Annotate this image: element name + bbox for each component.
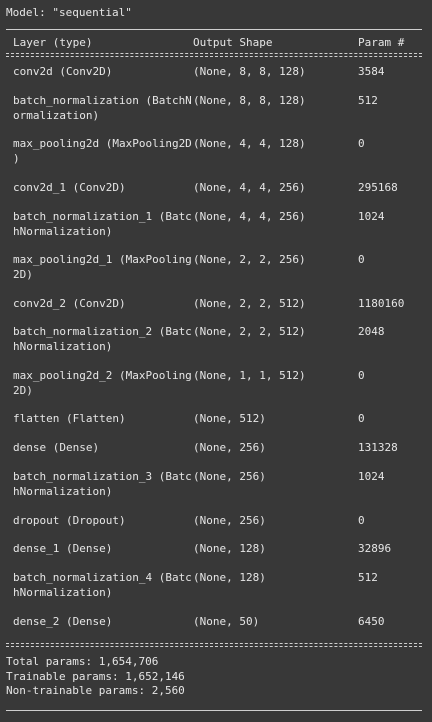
layer-param-count: 1024: [358, 470, 385, 483]
layer-output-shape: (None, 4, 4, 128): [193, 137, 306, 150]
layer-name: batch_normalization (BatchN ormalization…: [13, 94, 192, 122]
layer-param-count: 32896: [358, 542, 392, 555]
layer-name: max_pooling2d (MaxPooling2D ): [13, 137, 192, 165]
layer-output-shape: (None, 2, 2, 256): [193, 253, 306, 266]
layer-output-shape: (None, 128): [193, 571, 266, 584]
layer-name: conv2d_2 (Conv2D): [13, 297, 126, 310]
layer-output-shape: (None, 8, 8, 128): [193, 65, 306, 78]
bottom-rule: [6, 710, 422, 711]
layer-name: dropout (Dropout): [13, 514, 126, 527]
layer-param-count: 1180160: [358, 297, 405, 310]
non-trainable-params: Non-trainable params: 2,560: [6, 684, 185, 697]
layer-output-shape: (None, 50): [193, 615, 260, 628]
layer-param-count: 0: [358, 137, 365, 150]
layer-output-shape: (None, 256): [193, 470, 266, 483]
layer-param-count: 1024: [358, 210, 385, 223]
layer-output-shape: (None, 1, 1, 512): [193, 369, 306, 382]
param-totals: Total params: 1,654,706 Trainable params:…: [6, 655, 185, 699]
layer-name: conv2d (Conv2D): [13, 65, 113, 78]
layer-output-shape: (None, 4, 4, 256): [193, 181, 306, 194]
layer-param-count: 3584: [358, 65, 385, 78]
layer-output-shape: (None, 256): [193, 514, 266, 527]
layer-param-count: 0: [358, 253, 365, 266]
layer-param-count: 0: [358, 412, 365, 425]
top-rule: [6, 29, 422, 30]
layer-output-shape: (None, 8, 8, 128): [193, 94, 306, 107]
layer-param-count: 512: [358, 571, 378, 584]
layer-param-count: 0: [358, 369, 365, 382]
layer-name: batch_normalization_4 (Batc hNormalizati…: [13, 571, 192, 599]
layer-name: batch_normalization_1 (Batc hNormalizati…: [13, 210, 192, 238]
header-layer: Layer (type): [13, 36, 93, 49]
header-param: Param #: [358, 36, 405, 49]
layer-output-shape: (None, 128): [193, 542, 266, 555]
layer-name: flatten (Flatten): [13, 412, 126, 425]
layer-output-shape: (None, 2, 2, 512): [193, 297, 306, 310]
layer-name: dense_1 (Dense): [13, 542, 113, 555]
header-rule: [6, 53, 422, 57]
total-params: Total params: 1,654,706: [6, 655, 159, 668]
layer-output-shape: (None, 4, 4, 256): [193, 210, 306, 223]
layer-param-count: 0: [358, 514, 365, 527]
layer-param-count: 512: [358, 94, 378, 107]
layer-name: batch_normalization_2 (Batc hNormalizati…: [13, 325, 192, 353]
layer-name: batch_normalization_3 (Batc hNormalizati…: [13, 470, 192, 498]
layer-name: dense_2 (Dense): [13, 615, 113, 628]
layer-name: conv2d_1 (Conv2D): [13, 181, 126, 194]
layer-param-count: 2048: [358, 325, 385, 338]
layer-name: dense (Dense): [13, 441, 100, 454]
layer-output-shape: (None, 2, 2, 512): [193, 325, 306, 338]
layer-name: max_pooling2d_2 (MaxPooling 2D): [13, 369, 192, 397]
header-output-shape: Output Shape: [193, 36, 273, 49]
layer-output-shape: (None, 256): [193, 441, 266, 454]
trainable-params: Trainable params: 1,652,146: [6, 669, 185, 683]
layer-param-count: 131328: [358, 441, 398, 454]
model-summary-output: Model: "sequential" Layer (type) Output …: [0, 0, 432, 722]
footer-rule: [6, 643, 422, 647]
model-name-line: Model: "sequential": [6, 6, 132, 19]
layer-output-shape: (None, 512): [193, 412, 266, 425]
layer-name: max_pooling2d_1 (MaxPooling 2D): [13, 253, 192, 281]
layer-param-count: 6450: [358, 615, 385, 628]
layer-param-count: 295168: [358, 181, 398, 194]
